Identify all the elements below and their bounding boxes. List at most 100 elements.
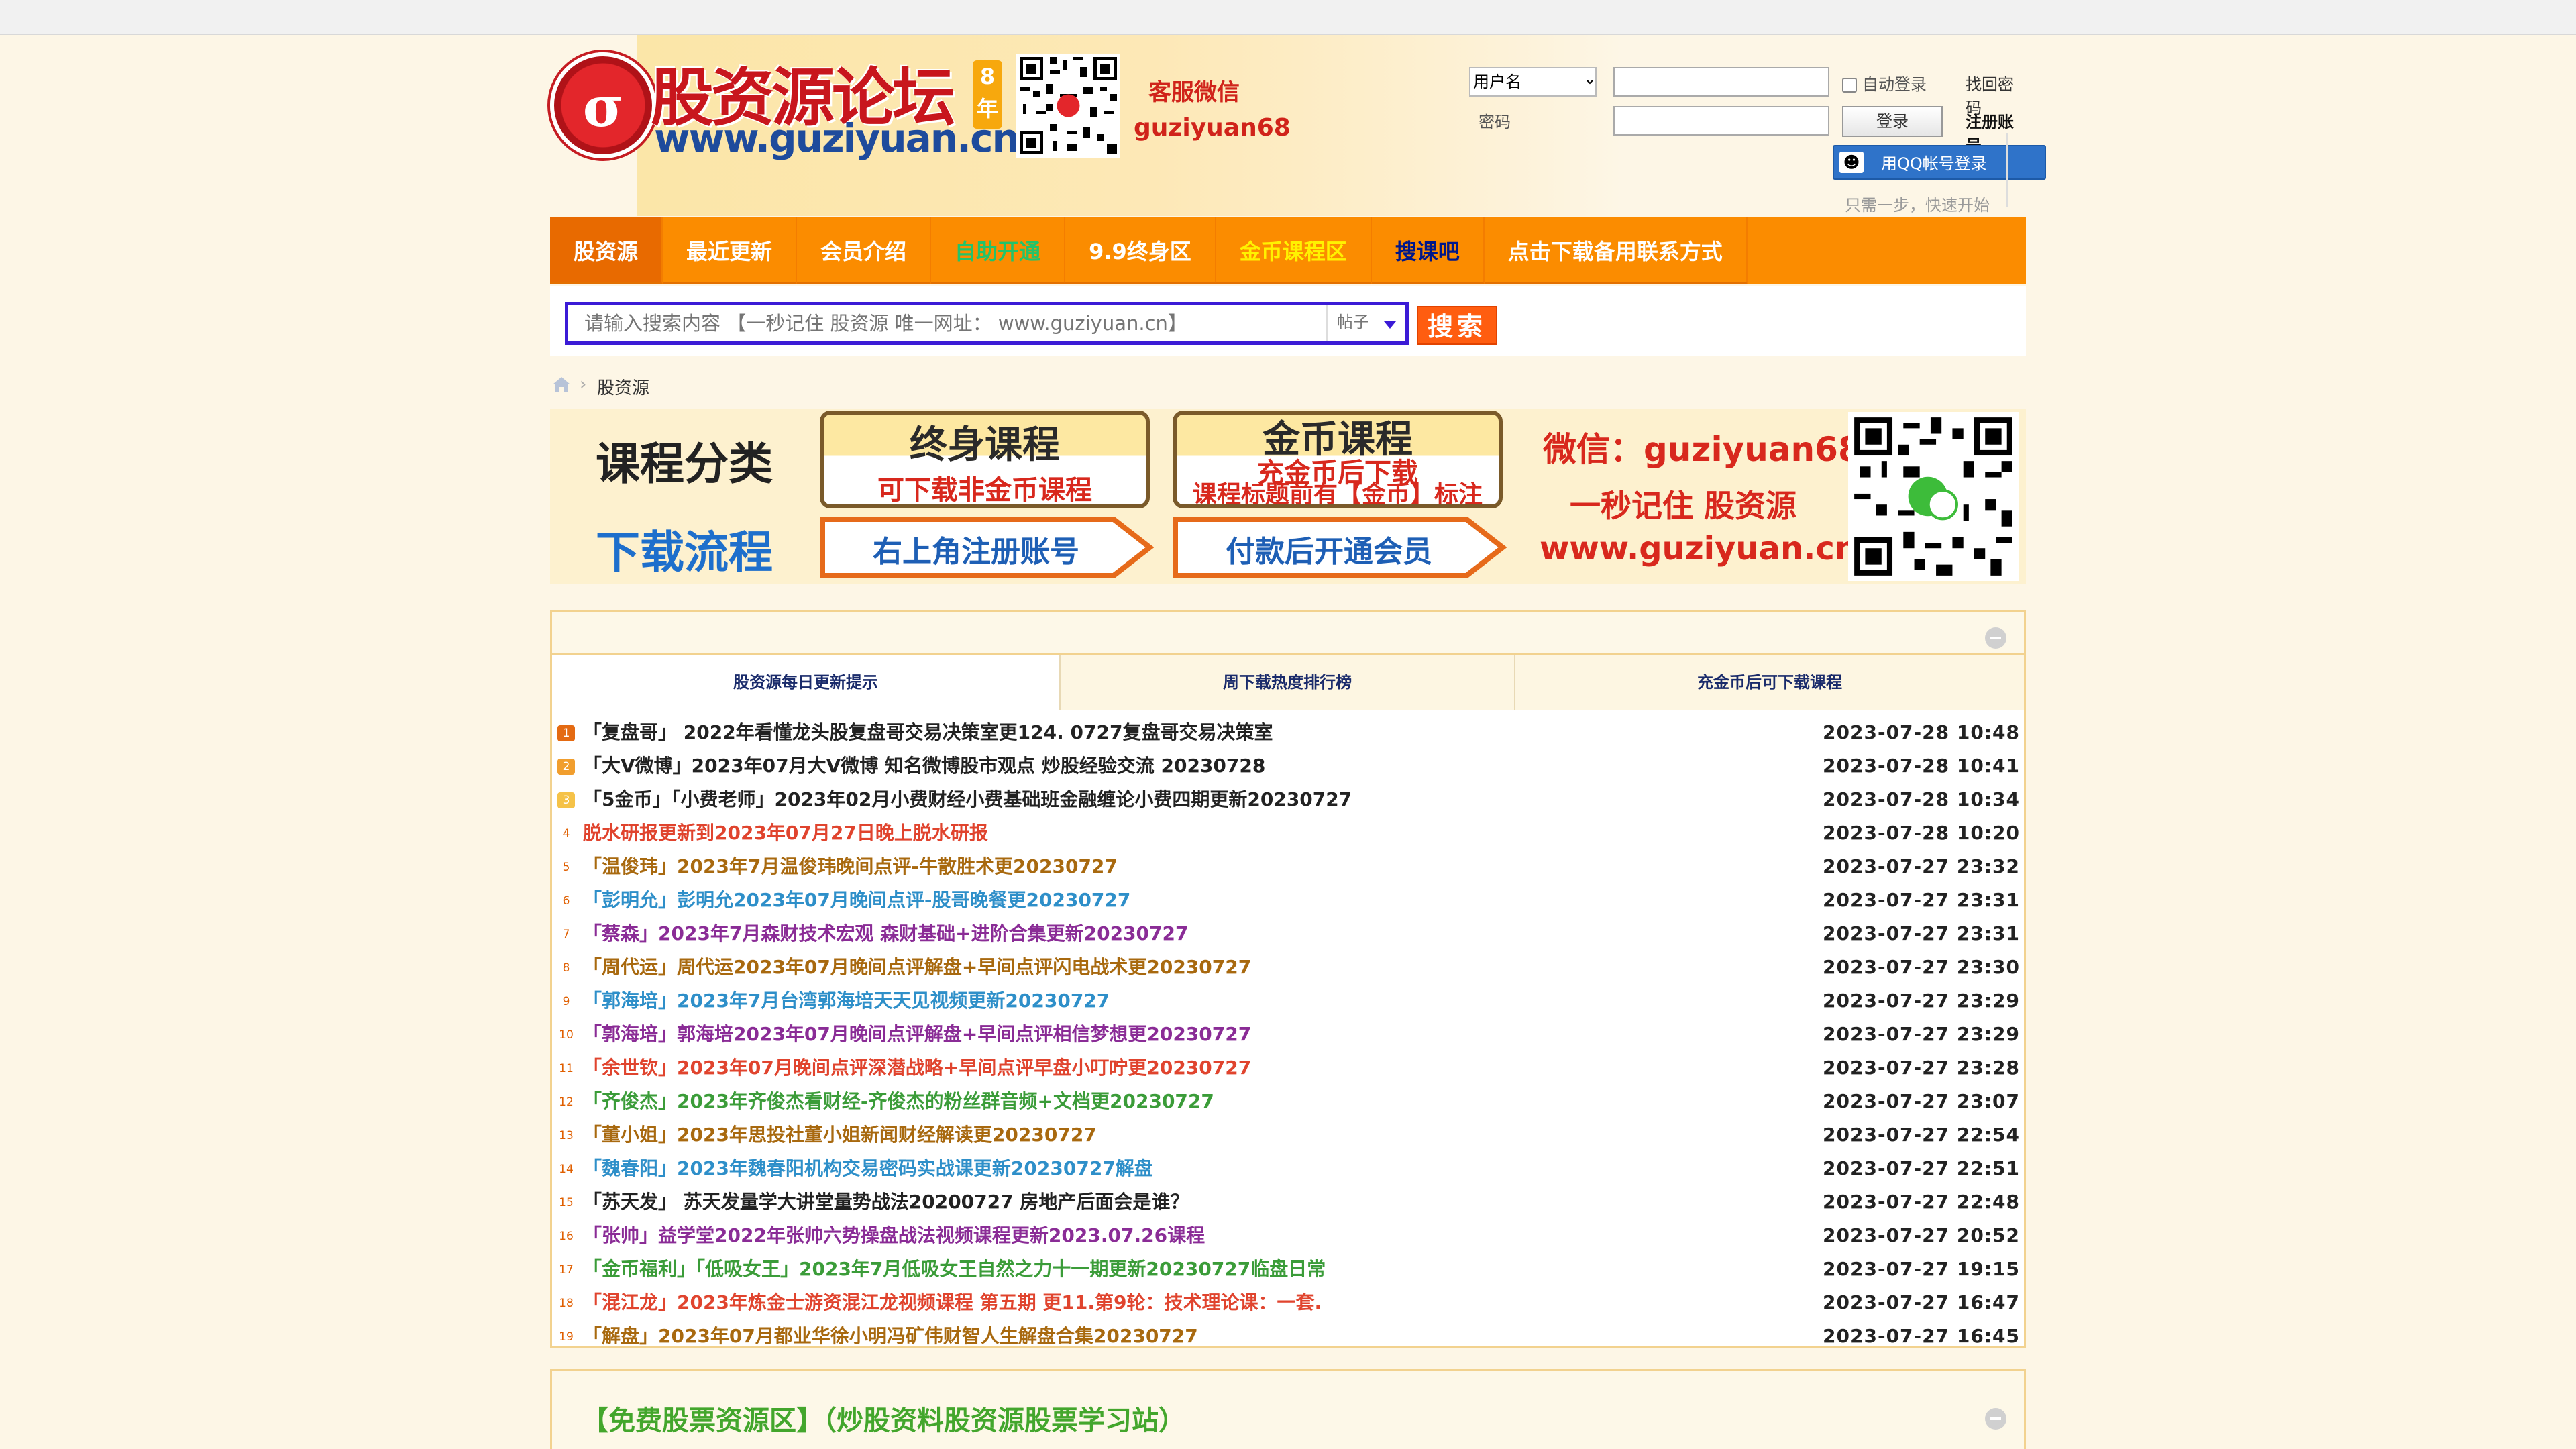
thread-date: 2023-07-27 23:28 (1823, 1057, 2020, 1079)
auto-login-checkbox[interactable]: 自动登录 (1842, 71, 1927, 95)
tab-daily-update[interactable]: 股资源每日更新提示 (552, 655, 1061, 710)
logo-url: www.guziyuan.cn (654, 115, 1020, 161)
divider (2006, 133, 2008, 207)
thread-title-link[interactable]: 「周代运」周代运2023年07月晚间点评解盘+早间点评闪电战术更20230727 (583, 951, 1251, 984)
list-item[interactable]: 12 「齐俊杰」2023年齐俊杰看财经-齐俊杰的粉丝群音频+文档更20230727… (552, 1085, 2024, 1118)
search-bar: 帖子 搜索 (550, 286, 2026, 356)
top-strip (0, 0, 2576, 35)
breadcrumb: › 股资源 (550, 356, 2026, 409)
nav-item-membership[interactable]: 会员介绍 (797, 217, 932, 284)
thread-title-link[interactable]: 脱水研报更新到2023年07月27日晚上脱水研报 (583, 816, 988, 850)
list-item[interactable]: 13 「董小姐」2023年思投社董小姐新闻财经解读更20230727 2023-07… (552, 1118, 2024, 1152)
thread-title-link[interactable]: 「彭明允」彭明允2023年07月晚间点评-股哥晚餐更20230727 (583, 883, 1130, 917)
thread-date: 2023-07-27 22:51 (1823, 1157, 2020, 1179)
list-item[interactable]: 2 「大V微博」2023年07月大V微博 知名微博股市观点 炒股经验交流 2023… (552, 749, 2024, 783)
list-item[interactable]: 16 「张帅」益学堂2022年张帅六势操盘战法视频课程更新2023.07.26课程… (552, 1219, 2024, 1252)
search-box: 帖子 (565, 302, 1409, 345)
thread-date: 2023-07-27 23:29 (1823, 989, 2020, 1012)
thread-title-link[interactable]: 「张帅」益学堂2022年张帅六势操盘战法视频课程更新2023.07.26课程 (583, 1219, 1205, 1252)
rank-number: 19 (559, 1330, 574, 1344)
thread-title-link[interactable]: 「大V微博」2023年07月大V微博 知名微博股市观点 炒股经验交流 20230… (583, 749, 1265, 783)
list-item[interactable]: 3 「5金币」「小费老师」2023年02月小费财经小费基础班金融缠论小费四期更新2… (552, 783, 2024, 816)
list-item[interactable]: 14 「魏春阳」2023年魏春阳机构交易密码实战课更新20230727解盘 2023… (552, 1152, 2024, 1185)
tab-gold-courses[interactable]: 充金币后可下载课程 (1515, 655, 2024, 710)
search-type-dropdown[interactable]: 帖子 (1326, 305, 1405, 341)
lifetime-course-box: 终身课程 可下载非金币课程 (820, 411, 1150, 508)
username-input[interactable] (1613, 67, 1829, 97)
breadcrumb-separator: › (580, 374, 587, 394)
course-banner[interactable]: 课程分类 下载流程 终身课程 可下载非金币课程 金币课程 充金币后下载 课程标题… (550, 409, 2026, 584)
thread-title-link[interactable]: 「混江龙」2023年炼金士游资混江龙视频课程 第五期 更11.第9轮：技术理论课… (583, 1286, 1322, 1320)
step-register-label: 右上角注册账号 (873, 535, 1079, 569)
search-input[interactable] (568, 305, 1326, 341)
thread-title-link[interactable]: 「苏天发」 苏天发量学大讲堂量势战法20200727 房地产后面会是谁？ (583, 1185, 1189, 1219)
login-button[interactable]: 登录 (1842, 106, 1943, 137)
tab-weekly-ranking[interactable]: 周下载热度排行榜 (1061, 655, 1515, 710)
list-item[interactable]: 4 脱水研报更新到2023年07月27日晚上脱水研报 2023-07-28 10:2… (552, 816, 2024, 850)
list-item[interactable]: 19 「解盘」2023年07月都业华徐小明冯矿伟财智人生解盘合集20230727 2… (552, 1320, 2024, 1353)
site-logo[interactable]: σ 股资源论坛 www.guziyuan.cn 8年 (550, 47, 1020, 181)
checkbox-icon[interactable] (1842, 78, 1857, 93)
thread-title-link[interactable]: 「复盘哥」 2022年看懂龙头股复盘哥交易决策室更124. 0727复盘哥交易决… (583, 716, 1273, 749)
home-icon[interactable] (551, 376, 572, 393)
thread-title-link[interactable]: 「蔡森」2023年7月森财技术宏观 森财基础+进阶合集更新20230727 (583, 917, 1188, 951)
rank-number: 9 (562, 995, 570, 1008)
thread-title-link[interactable]: 「余世钦」2023年07月晚间点评深潜战略+早间点评早盘小叮咛更20230727 (583, 1051, 1251, 1085)
step-pay-label: 付款后开通会员 (1226, 535, 1432, 569)
nav-item-recent[interactable]: 最近更新 (663, 217, 798, 284)
nav-item-home[interactable]: 股资源 (550, 217, 663, 284)
list-item[interactable]: 7 「蔡森」2023年7月森财技术宏观 森财基础+进阶合集更新20230727 20… (552, 917, 2024, 951)
rank-number: 3 (557, 792, 575, 808)
collapse-icon[interactable] (1985, 1408, 2006, 1430)
login-hint: 只需一步，快速开始 (1845, 196, 1990, 215)
thread-title-link[interactable]: 「温俊玮」2023年7月温俊玮晚间点评-牛散胜术更20230727 (583, 850, 1118, 883)
rank-number: 18 (559, 1297, 574, 1310)
nav-item-gold-courses[interactable]: 金币课程区 (1216, 217, 1372, 284)
auto-login-label: 自动登录 (1862, 75, 1927, 94)
rank-number: 4 (562, 827, 570, 841)
login-type-select[interactable]: 用户名 (1469, 67, 1597, 97)
list-item[interactable]: 8 「周代运」周代运2023年07月晚间点评解盘+早间点评闪电战术更2023072… (552, 951, 2024, 984)
list-item[interactable]: 10 「郭海培」郭海培2023年07月晚间点评解盘+早间点评相信梦想更202307… (552, 1018, 2024, 1051)
rank-number: 1 (557, 725, 575, 741)
list-item[interactable]: 1 「复盘哥」 2022年看懂龙头股复盘哥交易决策室更124. 0727复盘哥交易… (552, 716, 2024, 749)
list-item[interactable]: 5 「温俊玮」2023年7月温俊玮晚间点评-牛散胜术更20230727 2023-0… (552, 850, 2024, 883)
free-resource-title[interactable]: 【免费股票资源区】（炒股资料股资源股票学习站） (582, 1399, 1185, 1438)
nav-item-backup-contact[interactable]: 点击下载备用联系方式 (1484, 217, 1748, 284)
qq-login-button[interactable]: ☻ 用QQ帐号登录 (1833, 145, 2046, 180)
thread-date: 2023-07-27 19:15 (1823, 1258, 2020, 1280)
thread-title-link[interactable]: 「魏春阳」2023年魏春阳机构交易密码实战课更新20230727解盘 (583, 1152, 1153, 1185)
nav-item-search-course[interactable]: 搜课吧 (1371, 217, 1485, 284)
thread-title-link[interactable]: 「董小姐」2023年思投社董小姐新闻财经解读更20230727 (583, 1118, 1097, 1152)
list-item[interactable]: 9 「郭海培」2023年7月台湾郭海培天天见视频更新20230727 2023-07… (552, 984, 2024, 1018)
breadcrumb-current[interactable]: 股资源 (597, 374, 649, 399)
thread-title-link[interactable]: 「5金币」「小费老师」2023年02月小费财经小费基础班金融缠论小费四期更新20… (583, 783, 1352, 816)
search-button[interactable]: 搜索 (1417, 306, 1497, 345)
chevron-down-icon (1384, 321, 1396, 329)
list-item[interactable]: 15 「苏天发」 苏天发量学大讲堂量势战法20200727 房地产后面会是谁？ 20… (552, 1185, 2024, 1219)
thread-title-link[interactable]: 「齐俊杰」2023年齐俊杰看财经-齐俊杰的粉丝群音频+文档更20230727 (583, 1085, 1214, 1118)
password-input[interactable] (1613, 106, 1829, 136)
list-item[interactable]: 17 「金币福利」「低吸女王」2023年7月低吸女王自然之力十一期更新202307… (552, 1252, 2024, 1286)
list-item[interactable]: 18 「混江龙」2023年炼金士游资混江龙视频课程 第五期 更11.第9轮：技术理… (552, 1286, 2024, 1320)
thread-date: 2023-07-27 23:07 (1823, 1090, 2020, 1112)
thread-title-link[interactable]: 「解盘」2023年07月都业华徐小明冯矿伟财智人生解盘合集20230727 (583, 1320, 1198, 1353)
thread-date: 2023-07-27 23:30 (1823, 956, 2020, 978)
site-header: σ 股资源论坛 www.guziyuan.cn 8年 客服微信 guziyuan… (550, 35, 2046, 216)
thread-title-link[interactable]: 「郭海培」郭海培2023年07月晚间点评解盘+早间点评相信梦想更20230727 (583, 1018, 1251, 1051)
lifetime-course-title: 终身课程 (910, 423, 1060, 467)
list-item[interactable]: 6 「彭明允」彭明允2023年07月晚间点评-股哥晚餐更20230727 2023-… (552, 883, 2024, 917)
gold-course-sub: 课程标题前有【金币】标注 (1192, 481, 1483, 508)
list-item[interactable]: 11 「余世钦」2023年07月晚间点评深潜战略+早间点评早盘小叮咛更202307… (552, 1051, 2024, 1085)
nav-item-lifetime[interactable]: 9.9终身区 (1065, 217, 1216, 284)
update-list: 1 「复盘哥」 2022年看懂龙头股复盘哥交易决策室更124. 0727复盘哥交易… (552, 710, 2024, 1353)
collapse-icon[interactable] (1985, 627, 2006, 649)
thread-title-link[interactable]: 「金币福利」「低吸女王」2023年7月低吸女王自然之力十一期更新20230727… (583, 1252, 1326, 1286)
rank-number: 8 (562, 961, 570, 975)
thread-date: 2023-07-27 23:31 (1823, 922, 2020, 945)
thread-title-link[interactable]: 「郭海培」2023年7月台湾郭海培天天见视频更新20230727 (583, 984, 1110, 1018)
nav-item-self-activate[interactable]: 自助开通 (931, 217, 1066, 284)
rank-number: 12 (559, 1095, 574, 1109)
wechat-qr-code-icon (1848, 412, 2019, 581)
thread-date: 2023-07-27 16:47 (1823, 1291, 2020, 1313)
